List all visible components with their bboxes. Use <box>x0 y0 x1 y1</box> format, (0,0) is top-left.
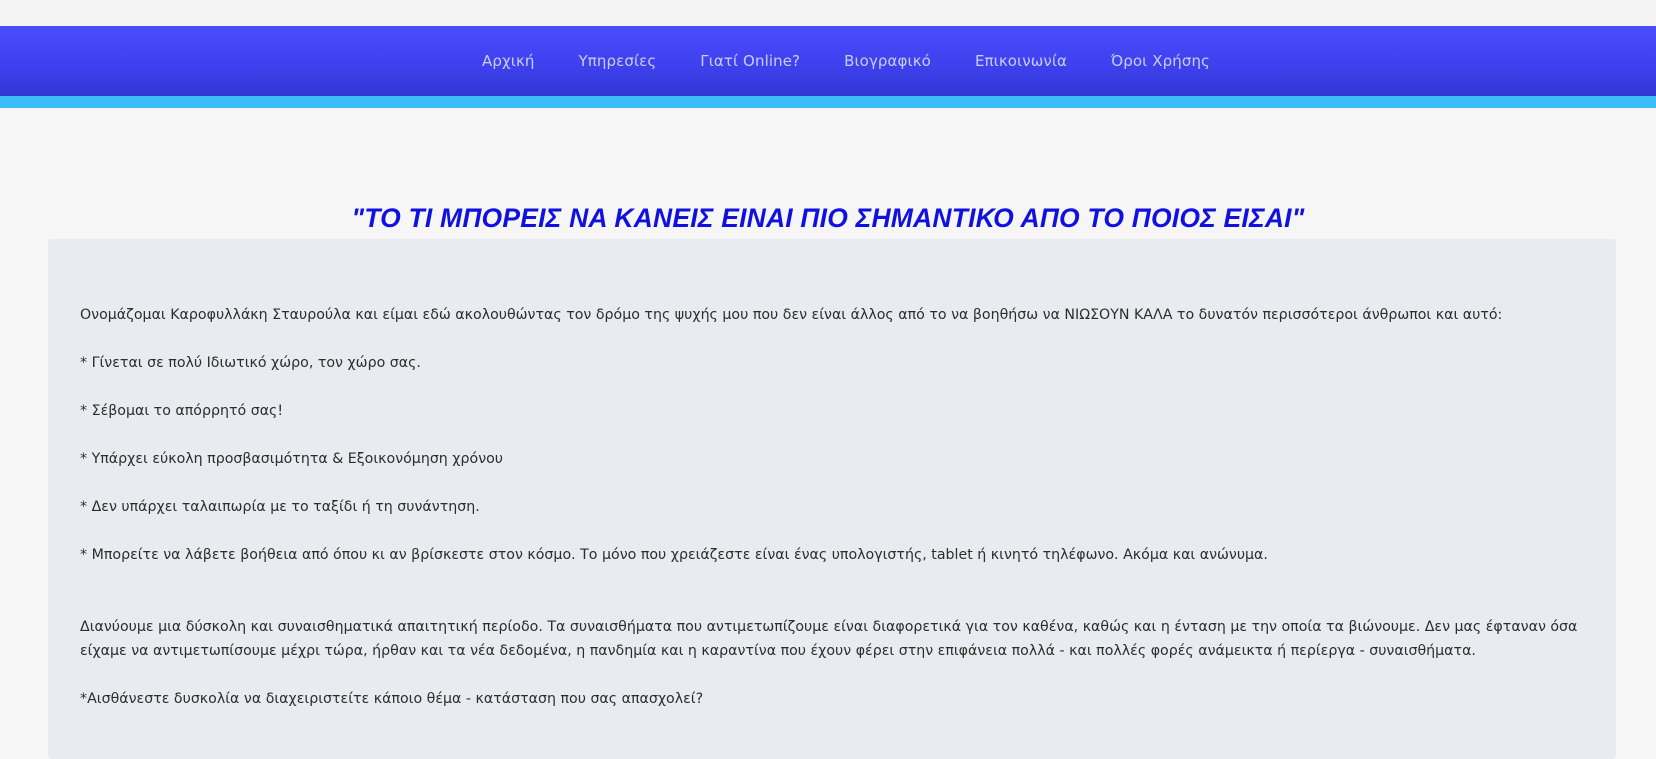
bullet-item: * Δεν υπάρχει ταλαιπωρία με το ταξίδι ή … <box>80 499 480 515</box>
question-text: *Αισθάνεστε δυσκολία να διαχειριστείτε κ… <box>80 691 704 707</box>
nav-item-why-online[interactable]: Γιατί Online? <box>678 52 822 70</box>
nav-item-services[interactable]: Υπηρεσίες <box>557 52 679 70</box>
nav-item-home[interactable]: Αρχική <box>460 52 556 70</box>
bullet-item: * Υπάρχει εύκολη προσβασιμότητα & Εξοικο… <box>80 451 504 467</box>
nav-item-cv[interactable]: Βιογραφικό <box>822 52 953 70</box>
bullet-item: * Γίνεται σε πολύ Ιδιωτικό χώρο, τον χώρ… <box>80 355 421 371</box>
intro-text: Ονομάζομαι Καροφυλλάκη Σταυρούλα και είμ… <box>80 307 1503 323</box>
page-headline: "ΤΟ ΤΙ ΜΠΟΡΕΙΣ ΝΑ ΚΑΝΕΙΣ ΕΙΝΑΙ ΠΙΟ ΣΗΜΑΝ… <box>351 203 1305 233</box>
navbar-accent-bar <box>0 96 1656 108</box>
body-paragraph: Διανύουμε μια δύσκολη και συναισθηματικά… <box>80 619 1578 659</box>
bullet-item: * Σέβομαι το απόρρητό σας! <box>80 403 284 419</box>
top-strip <box>0 0 1656 26</box>
nav-item-terms[interactable]: Όροι Χρήσης <box>1089 52 1232 70</box>
nav-item-contact[interactable]: Επικοινωνία <box>953 52 1089 70</box>
bullet-item: * Μπορείτε να λάβετε βοήθεια από όπου κι… <box>80 547 1268 563</box>
content-text: Ονομάζομαι Καροφυλλάκη Σταυρούλα και είμ… <box>80 303 1620 711</box>
nav-menu: Αρχική Υπηρεσίες Γιατί Online? Βιογραφικ… <box>0 26 1656 96</box>
